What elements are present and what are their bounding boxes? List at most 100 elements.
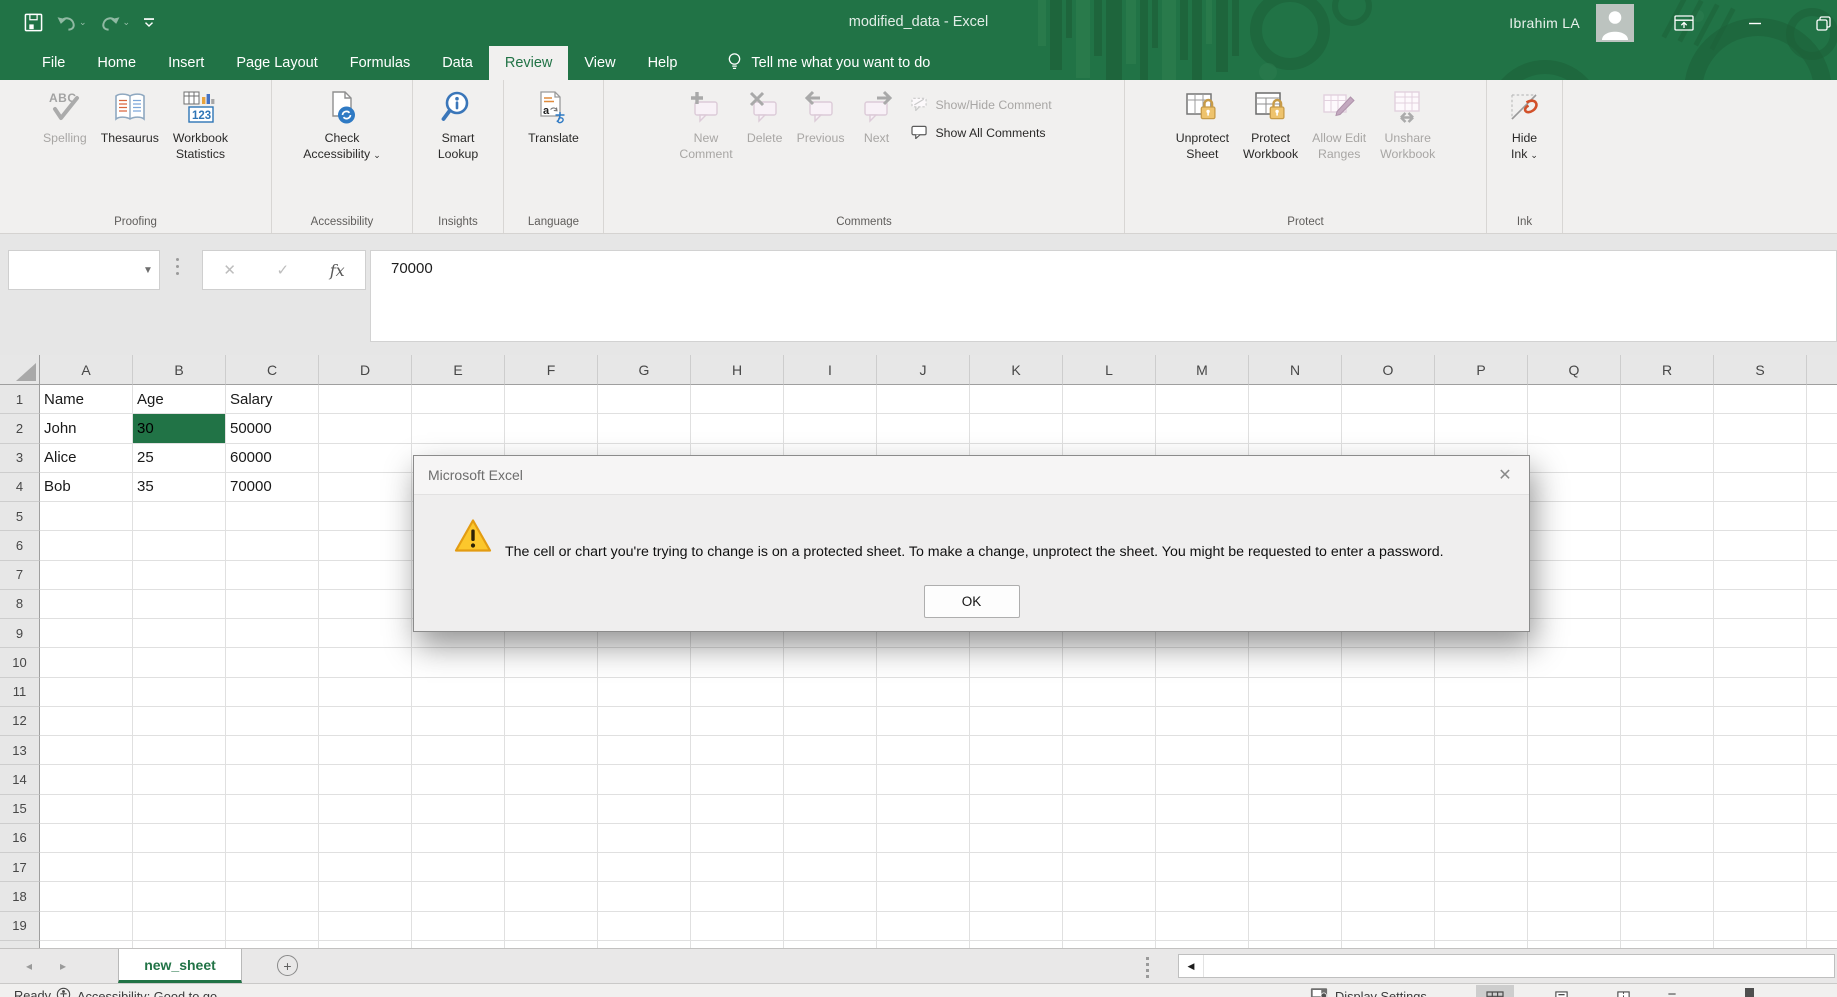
- row-header-3[interactable]: 3: [0, 444, 40, 473]
- cell-E13[interactable]: [412, 736, 505, 765]
- cell-D2[interactable]: [319, 414, 412, 443]
- tell-me[interactable]: Tell me what you want to do: [727, 46, 930, 80]
- cell-H17[interactable]: [691, 853, 784, 882]
- unprotect-sheet-button[interactable]: UnprotectSheet: [1169, 80, 1236, 163]
- workbook-statistics-button[interactable]: 123WorkbookStatistics: [166, 80, 235, 163]
- cell-E20[interactable]: [412, 941, 505, 948]
- cell-R7[interactable]: [1621, 561, 1714, 590]
- column-header-L[interactable]: L: [1063, 355, 1156, 385]
- close-icon[interactable]: ✕: [1481, 456, 1529, 494]
- horizontal-scrollbar[interactable]: ◀: [1178, 954, 1835, 978]
- cell-B14[interactable]: [133, 765, 226, 794]
- cell-Q11[interactable]: [1528, 678, 1621, 707]
- cell-O16[interactable]: [1342, 824, 1435, 853]
- cell-E19[interactable]: [412, 912, 505, 941]
- row-header-11[interactable]: 11: [0, 678, 40, 707]
- cell-O10[interactable]: [1342, 648, 1435, 677]
- cell-F15[interactable]: [505, 795, 598, 824]
- row-header-8[interactable]: 8: [0, 590, 40, 619]
- cell-G14[interactable]: [598, 765, 691, 794]
- cell-K17[interactable]: [970, 853, 1063, 882]
- cell-S13[interactable]: [1714, 736, 1807, 765]
- cell-J10[interactable]: [877, 648, 970, 677]
- cell-P13[interactable]: [1435, 736, 1528, 765]
- cell-I2[interactable]: [784, 414, 877, 443]
- cell-Q12[interactable]: [1528, 707, 1621, 736]
- cell-Q16[interactable]: [1528, 824, 1621, 853]
- cell-E16[interactable]: [412, 824, 505, 853]
- cell-B7[interactable]: [133, 561, 226, 590]
- cell-C13[interactable]: [226, 736, 319, 765]
- cell-F13[interactable]: [505, 736, 598, 765]
- cell-E12[interactable]: [412, 707, 505, 736]
- cell-D15[interactable]: [319, 795, 412, 824]
- cell-Q19[interactable]: [1528, 912, 1621, 941]
- cell-O20[interactable]: [1342, 941, 1435, 948]
- cell-M2[interactable]: [1156, 414, 1249, 443]
- cell-G18[interactable]: [598, 882, 691, 911]
- check-accessibility-button[interactable]: CheckAccessibility⌄: [296, 80, 388, 163]
- cell-S16[interactable]: [1714, 824, 1807, 853]
- cell-A9[interactable]: [40, 619, 133, 648]
- cell-Q6[interactable]: [1528, 531, 1621, 560]
- cell-A1[interactable]: Name: [40, 385, 133, 414]
- tabbar-resize-handle[interactable]: [1146, 957, 1149, 978]
- column-header-C[interactable]: C: [226, 355, 319, 385]
- column-header-F[interactable]: F: [505, 355, 598, 385]
- cell-K16[interactable]: [970, 824, 1063, 853]
- cell-D19[interactable]: [319, 912, 412, 941]
- cell-B17[interactable]: [133, 853, 226, 882]
- cell-I1[interactable]: [784, 385, 877, 414]
- cell-O18[interactable]: [1342, 882, 1435, 911]
- cell-Q7[interactable]: [1528, 561, 1621, 590]
- cell-G10[interactable]: [598, 648, 691, 677]
- cell-Q1[interactable]: [1528, 385, 1621, 414]
- tab-review[interactable]: Review: [489, 46, 569, 80]
- cell-J12[interactable]: [877, 707, 970, 736]
- tab-formulas[interactable]: Formulas: [334, 46, 426, 80]
- cell-R15[interactable]: [1621, 795, 1714, 824]
- cell-B6[interactable]: [133, 531, 226, 560]
- cell-R5[interactable]: [1621, 502, 1714, 531]
- cell-R8[interactable]: [1621, 590, 1714, 619]
- cell-B19[interactable]: [133, 912, 226, 941]
- cell-K1[interactable]: [970, 385, 1063, 414]
- cell-R17[interactable]: [1621, 853, 1714, 882]
- cell-J2[interactable]: [877, 414, 970, 443]
- cell-I12[interactable]: [784, 707, 877, 736]
- cell-M12[interactable]: [1156, 707, 1249, 736]
- cell-P19[interactable]: [1435, 912, 1528, 941]
- cell-M20[interactable]: [1156, 941, 1249, 948]
- cell-K18[interactable]: [970, 882, 1063, 911]
- customize-qat-icon[interactable]: [143, 16, 155, 28]
- cell-H1[interactable]: [691, 385, 784, 414]
- cell-B11[interactable]: [133, 678, 226, 707]
- cell-G2[interactable]: [598, 414, 691, 443]
- cell-B20[interactable]: [133, 941, 226, 948]
- cell-I19[interactable]: [784, 912, 877, 941]
- cell-N1[interactable]: [1249, 385, 1342, 414]
- name-box-resize-handle[interactable]: [176, 258, 179, 275]
- protect-workbook-button[interactable]: ProtectWorkbook: [1236, 80, 1305, 163]
- cell-S4[interactable]: [1714, 473, 1807, 502]
- restore-icon[interactable]: [1816, 0, 1831, 46]
- column-header-K[interactable]: K: [970, 355, 1063, 385]
- cell-A12[interactable]: [40, 707, 133, 736]
- cell-B18[interactable]: [133, 882, 226, 911]
- cell-P12[interactable]: [1435, 707, 1528, 736]
- column-header-A[interactable]: A: [40, 355, 133, 385]
- column-header-H[interactable]: H: [691, 355, 784, 385]
- column-header-J[interactable]: J: [877, 355, 970, 385]
- cell-N13[interactable]: [1249, 736, 1342, 765]
- cell-Q4[interactable]: [1528, 473, 1621, 502]
- cell-S1[interactable]: [1714, 385, 1807, 414]
- cell-J13[interactable]: [877, 736, 970, 765]
- column-header-G[interactable]: G: [598, 355, 691, 385]
- cell-B16[interactable]: [133, 824, 226, 853]
- cell-G19[interactable]: [598, 912, 691, 941]
- cell-B4[interactable]: 35: [133, 473, 226, 502]
- cell-H20[interactable]: [691, 941, 784, 948]
- cell-A7[interactable]: [40, 561, 133, 590]
- cell-K12[interactable]: [970, 707, 1063, 736]
- cell-H19[interactable]: [691, 912, 784, 941]
